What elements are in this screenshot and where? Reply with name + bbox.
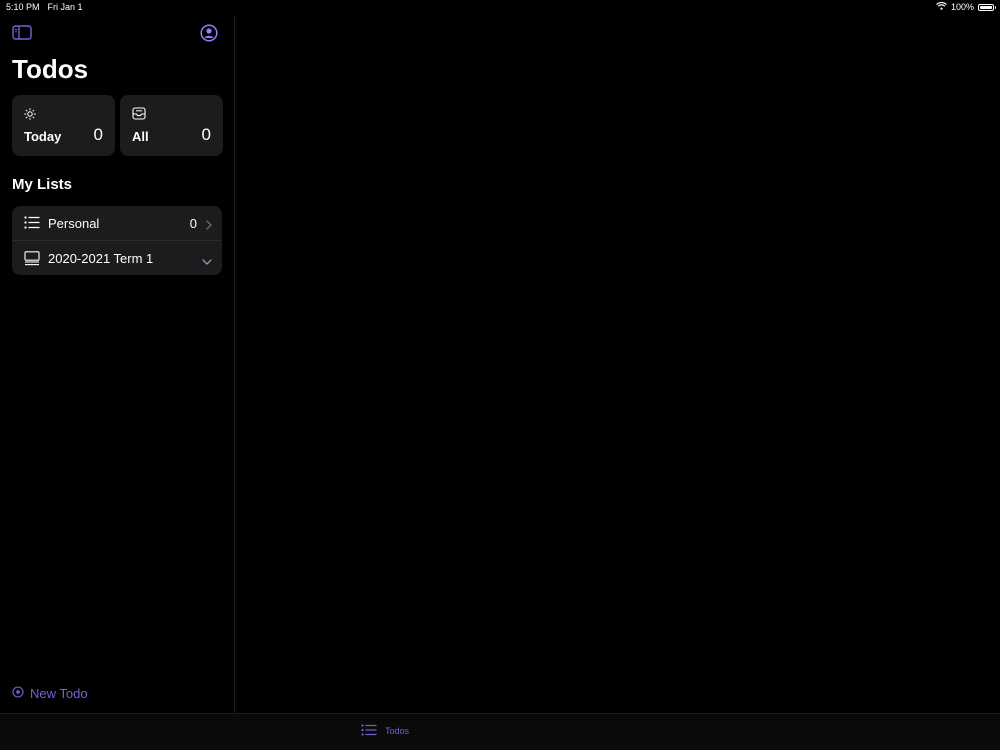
new-todo-button[interactable]: New Todo bbox=[12, 686, 88, 701]
tab-bar: Todos bbox=[0, 713, 1000, 750]
section-title-my-lists: My Lists bbox=[12, 176, 73, 193]
tray-icon bbox=[132, 107, 146, 125]
chevron-down-icon[interactable] bbox=[202, 252, 212, 270]
sun-icon bbox=[24, 107, 36, 125]
list-bullet-icon bbox=[24, 216, 40, 234]
list-item-personal[interactable]: Personal 0 bbox=[12, 206, 222, 240]
page-title: Todos bbox=[12, 54, 89, 84]
status-bar: 5:10 PM Fri Jan 1 100% bbox=[0, 0, 1000, 16]
chevron-right-icon bbox=[206, 217, 212, 235]
list-item-label: 2020-2021 Term 1 bbox=[48, 250, 154, 266]
all-label: All bbox=[132, 129, 149, 144]
wifi-icon bbox=[936, 1, 947, 12]
status-left: 5:10 PM Fri Jan 1 bbox=[6, 2, 83, 12]
today-count: 0 bbox=[93, 125, 103, 144]
status-time: 5:10 PM bbox=[6, 2, 40, 12]
battery-level bbox=[980, 5, 992, 9]
today-label: Today bbox=[24, 129, 62, 144]
sidebar: Todos Today 0 All 0 My Lists Personal 0 … bbox=[0, 16, 235, 713]
all-card[interactable]: All 0 bbox=[120, 95, 223, 156]
status-right: 100% bbox=[936, 1, 996, 12]
today-card[interactable]: Today 0 bbox=[12, 95, 115, 156]
sidebar-icon[interactable] bbox=[12, 25, 32, 46]
sidebar-toolbar bbox=[0, 24, 234, 44]
person-circle-icon[interactable] bbox=[200, 24, 218, 47]
list-item-label: Personal bbox=[48, 215, 100, 231]
battery-percent: 100% bbox=[950, 2, 974, 12]
tab-todos[interactable]: Todos bbox=[361, 724, 409, 738]
app-screen: 5:10 PM Fri Jan 1 100% Todos Today 0 All… bbox=[0, 0, 1000, 750]
tray-stack-icon bbox=[24, 251, 40, 271]
all-count: 0 bbox=[201, 125, 211, 144]
list-item-count: 0 bbox=[189, 215, 197, 231]
list-item-term[interactable]: 2020-2021 Term 1 bbox=[12, 240, 222, 275]
new-todo-label: New Todo bbox=[30, 686, 88, 701]
tab-todos-label: Todos bbox=[385, 726, 410, 736]
status-date: Fri Jan 1 bbox=[47, 2, 83, 12]
plus-circle-icon bbox=[12, 686, 24, 701]
my-lists-group: Personal 0 2020-2021 Term 1 bbox=[12, 206, 222, 275]
list-bullet-icon bbox=[361, 724, 377, 738]
battery-icon bbox=[978, 3, 996, 11]
